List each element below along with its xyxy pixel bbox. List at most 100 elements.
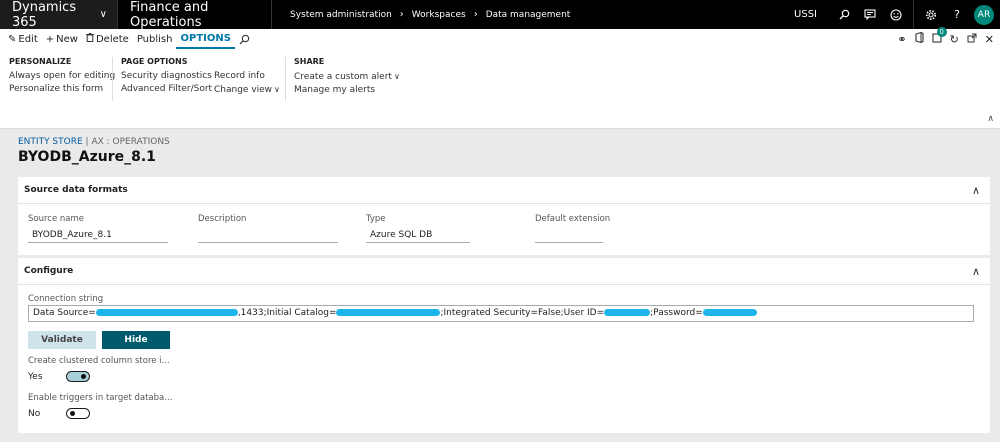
chevron-down-icon: ∨ bbox=[274, 85, 280, 94]
default-extension-input[interactable] bbox=[535, 228, 603, 243]
type-field: Type Azure SQL DB bbox=[366, 214, 470, 243]
source-name-field: Source name BYODB_Azure_8.1 bbox=[28, 214, 168, 243]
redaction-mark bbox=[336, 309, 441, 316]
caption-separator: | bbox=[85, 137, 89, 147]
chevron-up-icon[interactable]: ∧ bbox=[972, 265, 980, 278]
delete-label: Delete bbox=[95, 33, 129, 45]
page-options-group-2: Record info Change view ∨ bbox=[214, 70, 280, 97]
security-diagnostics-button[interactable]: Security diagnostics bbox=[121, 70, 212, 83]
manage-my-alerts-button[interactable]: Manage my alerts bbox=[294, 84, 400, 97]
plus-icon: + bbox=[45, 33, 55, 45]
conn-segment: ,1433;Initial Catalog= bbox=[237, 308, 337, 318]
toggle-row: No bbox=[28, 408, 172, 419]
breadcrumb-item[interactable]: Data management bbox=[486, 10, 571, 20]
group-title: PERSONALIZE bbox=[9, 57, 72, 66]
create-custom-alert-button[interactable]: Create a custom alert ∨ bbox=[294, 70, 400, 84]
notification-icon[interactable]: 0 bbox=[932, 27, 947, 46]
search-icon[interactable] bbox=[235, 29, 254, 49]
help-icon[interactable]: ? bbox=[944, 0, 970, 29]
description-field: Description bbox=[198, 214, 338, 243]
field-label: Type bbox=[366, 214, 386, 224]
divider bbox=[913, 0, 914, 29]
toggle-value: No bbox=[28, 408, 41, 419]
description-input[interactable] bbox=[198, 228, 338, 243]
field-label: Description bbox=[198, 214, 247, 224]
chevron-down-icon: ∨ bbox=[99, 9, 107, 20]
record-info-button[interactable]: Record info bbox=[214, 70, 280, 83]
module-name[interactable]: Finance and Operations bbox=[118, 0, 272, 30]
field-label: Enable triggers in target databa... bbox=[28, 393, 173, 403]
enable-triggers-field: Enable triggers in target databa... No bbox=[28, 393, 172, 419]
chevron-up-icon[interactable]: ∧ bbox=[972, 184, 980, 197]
conn-segment: Data Source= bbox=[33, 308, 96, 318]
divider bbox=[285, 57, 286, 101]
advanced-filter-sort-button[interactable]: Advanced Filter/Sort bbox=[121, 83, 212, 96]
field-label: Source name bbox=[28, 214, 85, 224]
breadcrumb-item[interactable]: Workspaces bbox=[412, 10, 466, 20]
trash-icon bbox=[85, 33, 94, 45]
pencil-icon: ✎ bbox=[8, 33, 17, 45]
breadcrumb: System administration › Workspaces › Dat… bbox=[272, 9, 794, 20]
edit-button[interactable]: ✎ Edit bbox=[4, 29, 42, 49]
change-view-label: Change view bbox=[214, 85, 273, 95]
validate-button[interactable]: Validate bbox=[28, 331, 96, 349]
hide-button[interactable]: Hide bbox=[102, 331, 170, 349]
section-title: Configure bbox=[24, 266, 74, 276]
collapse-ribbon-icon[interactable]: ∧ bbox=[987, 114, 994, 124]
gear-icon[interactable] bbox=[918, 0, 944, 29]
source-data-formats-section: Source data formats ∧ Source name BYODB_… bbox=[18, 177, 990, 255]
chevron-right-icon: › bbox=[473, 9, 478, 20]
app-switcher[interactable]: Dynamics 365 ∨ bbox=[0, 0, 118, 30]
top-right-tools: USSI ? AR bbox=[794, 0, 1000, 29]
section-header[interactable]: Configure ∧ bbox=[18, 258, 990, 285]
new-label: New bbox=[56, 33, 78, 45]
smiley-feedback-icon[interactable] bbox=[883, 0, 909, 29]
enable-triggers-toggle[interactable] bbox=[66, 408, 90, 419]
top-nav-bar: Dynamics 365 ∨ Finance and Operations Sy… bbox=[0, 0, 1000, 30]
refresh-icon[interactable]: ↻ bbox=[950, 33, 959, 46]
company-picker[interactable]: USSI bbox=[794, 9, 817, 20]
field-label: Create clustered column store i... bbox=[28, 356, 170, 366]
group-title: SHARE bbox=[294, 57, 325, 66]
new-button[interactable]: + New bbox=[42, 29, 82, 49]
type-select[interactable]: Azure SQL DB bbox=[366, 228, 470, 243]
redaction-mark bbox=[702, 309, 757, 316]
office-icon[interactable] bbox=[915, 31, 924, 46]
create-custom-alert-label: Create a custom alert bbox=[294, 72, 392, 82]
action-pane-tools: ⚭ 0 ↻ ✕ bbox=[897, 27, 994, 49]
breadcrumb-item[interactable]: System administration bbox=[290, 10, 392, 20]
avatar[interactable]: AR bbox=[974, 4, 994, 25]
personalize-this-form-button[interactable]: Personalize this form bbox=[9, 83, 115, 96]
link-icon[interactable]: ⚭ bbox=[897, 33, 906, 46]
conn-segment: ;Integrated Security=False;User ID= bbox=[440, 308, 605, 318]
message-icon[interactable] bbox=[857, 0, 883, 29]
search-icon[interactable] bbox=[831, 0, 857, 29]
delete-button[interactable]: Delete bbox=[82, 29, 133, 49]
group-title: PAGE OPTIONS bbox=[121, 57, 188, 66]
clustered-column-store-field: Create clustered column store i... Yes bbox=[28, 356, 170, 382]
toggle-knob bbox=[70, 411, 75, 416]
connection-string-input[interactable]: Data Source= ,1433;Initial Catalog= ;Integ… bbox=[28, 305, 974, 322]
always-open-for-editing-button[interactable]: Always open for editing bbox=[9, 70, 115, 83]
redaction-mark bbox=[95, 309, 238, 316]
notification-count: 0 bbox=[936, 27, 947, 37]
toggle-row: Yes bbox=[28, 371, 170, 382]
action-pane: ✎ Edit + New Delete Publish OPTIONS ⚭ 0 … bbox=[0, 27, 1000, 49]
clustered-column-store-toggle[interactable] bbox=[66, 371, 90, 382]
tab-options[interactable]: OPTIONS bbox=[176, 29, 235, 49]
open-in-new-window-icon[interactable] bbox=[967, 33, 977, 46]
toggle-value: Yes bbox=[28, 371, 43, 382]
app-name: Dynamics 365 bbox=[12, 0, 77, 30]
close-icon[interactable]: ✕ bbox=[985, 33, 994, 46]
divider bbox=[112, 57, 113, 101]
caption-context: AX : OPERATIONS bbox=[91, 137, 170, 147]
field-label: Default extension bbox=[535, 214, 611, 224]
conn-segment: ;Password= bbox=[650, 308, 703, 318]
change-view-button[interactable]: Change view ∨ bbox=[214, 83, 280, 97]
chevron-down-icon: ∨ bbox=[393, 72, 400, 81]
personalize-group: PERSONALIZE Always open for editing Pers… bbox=[9, 57, 115, 96]
source-name-input[interactable]: BYODB_Azure_8.1 bbox=[28, 228, 168, 243]
publish-button[interactable]: Publish bbox=[133, 29, 177, 49]
section-header[interactable]: Source data formats ∧ bbox=[18, 177, 990, 204]
entity-store-link[interactable]: ENTITY STORE bbox=[18, 137, 83, 147]
